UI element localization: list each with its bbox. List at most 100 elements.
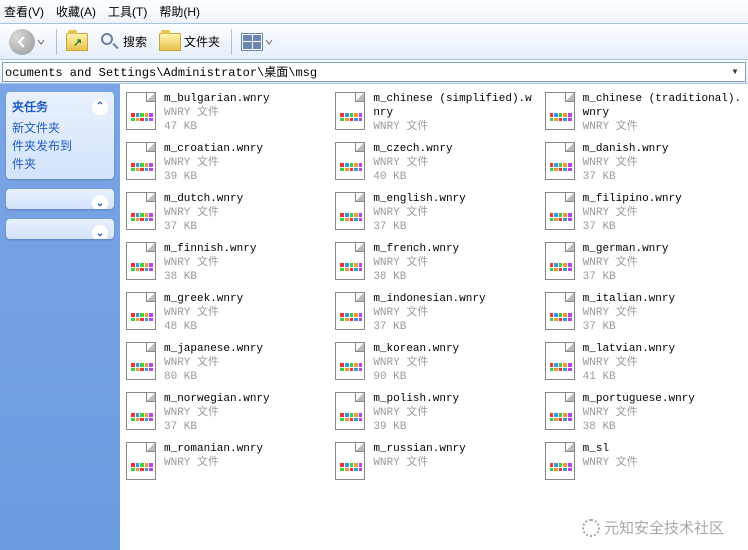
file-name: m_japanese.wnry [164,342,263,356]
file-name: m_english.wnry [373,192,465,206]
back-button[interactable] [4,26,50,58]
tasks-title: 夹任务 [12,98,48,115]
file-size: 37 KB [583,170,669,184]
file-icon [335,292,369,332]
file-name: m_czech.wnry [373,142,452,156]
sidebar-panel: ⌄ [6,219,114,239]
file-name: m_croatian.wnry [164,142,263,156]
file-tile[interactable]: m_norwegian.wnryWNRY 文件37 KB [124,390,325,436]
folder-icon [159,33,181,51]
file-icon [335,92,369,132]
file-size: 41 KB [583,370,675,384]
file-tile[interactable]: m_italian.wnryWNRY 文件37 KB [543,290,744,336]
search-button[interactable]: 搜索 [95,29,152,55]
up-button[interactable]: ↗ [61,30,93,54]
file-name: m_russian.wnry [373,442,465,456]
tasks-panel: 夹任务 ⌃ 新文件夹 件夹发布到 件夹 [6,92,114,179]
file-tile[interactable]: m_croatian.wnryWNRY 文件39 KB [124,140,325,186]
file-tile[interactable]: m_german.wnryWNRY 文件37 KB [543,240,744,286]
file-type: WNRY 文件 [373,206,465,220]
file-name: m_german.wnry [583,242,669,256]
address-input[interactable]: ocuments and Settings\Administrator\桌面\m… [2,62,746,82]
sidebar-panel: ⌄ [6,189,114,209]
file-size: 37 KB [373,220,465,234]
file-tile[interactable]: m_english.wnryWNRY 文件37 KB [333,190,534,236]
file-tile[interactable]: m_dutch.wnryWNRY 文件37 KB [124,190,325,236]
file-size: 37 KB [583,320,675,334]
address-bar: ocuments and Settings\Administrator\桌面\m… [0,60,748,84]
views-button[interactable] [236,30,278,54]
file-tile[interactable]: m_greek.wnryWNRY 文件48 KB [124,290,325,336]
file-tile[interactable]: m_finnish.wnryWNRY 文件38 KB [124,240,325,286]
file-tile[interactable]: m_russian.wnryWNRY 文件 [333,440,534,484]
file-tile[interactable]: m_romanian.wnryWNRY 文件 [124,440,325,484]
file-icon [126,392,160,432]
file-tile[interactable]: m_chinese (traditional).wnryWNRY 文件 [543,90,744,136]
menu-tools[interactable]: 工具(T) [108,3,147,20]
file-icon [335,192,369,232]
task-link[interactable]: 新文件夹 [12,119,108,137]
file-name: m_latvian.wnry [583,342,675,356]
file-tile[interactable]: m_czech.wnryWNRY 文件40 KB [333,140,534,186]
file-size: 48 KB [164,320,243,334]
file-tile[interactable]: m_slWNRY 文件 [543,440,744,484]
file-type: WNRY 文件 [583,356,675,370]
chevron-down-icon [265,38,273,46]
file-type: WNRY 文件 [164,206,243,220]
file-size: 37 KB [164,220,243,234]
file-icon [335,242,369,282]
file-tile[interactable]: m_portuguese.wnryWNRY 文件38 KB [543,390,744,436]
menu-view[interactable]: 查看(V) [4,3,44,20]
file-pane[interactable]: m_bulgarian.wnryWNRY 文件47 KBm_chinese (s… [120,84,748,550]
file-tile[interactable]: m_filipino.wnryWNRY 文件37 KB [543,190,744,236]
expand-icon[interactable]: ⌄ [92,225,108,239]
file-icon [126,142,160,182]
file-name: m_polish.wnry [373,392,459,406]
file-name: m_norwegian.wnry [164,392,270,406]
folders-button[interactable]: 文件夹 [154,30,225,54]
file-icon [545,442,579,482]
file-name: m_danish.wnry [583,142,669,156]
file-size: WNRY 文件 [373,120,532,134]
task-link[interactable]: 件夹 [12,155,108,173]
folder-up-icon: ↗ [66,33,88,51]
file-size: 37 KB [373,320,485,334]
file-size: 37 KB [583,270,669,284]
back-icon [9,29,35,55]
file-type: WNRY 文件 [583,406,695,420]
file-name: m_chinese (simplified).wnry [373,92,532,120]
file-icon [126,242,160,282]
file-icon [335,442,369,482]
file-tile[interactable]: m_latvian.wnryWNRY 文件41 KB [543,340,744,386]
collapse-icon[interactable]: ⌃ [92,99,108,115]
file-size: 37 KB [583,220,682,234]
file-name: m_chinese (traditional).wnry [583,92,742,120]
file-tile[interactable]: m_polish.wnryWNRY 文件39 KB [333,390,534,436]
file-tile[interactable]: m_bulgarian.wnryWNRY 文件47 KB [124,90,325,136]
menu-bar: 查看(V) 收藏(A) 工具(T) 帮助(H) [0,0,748,24]
file-tile[interactable]: m_danish.wnryWNRY 文件37 KB [543,140,744,186]
file-type: WNRY 文件 [373,156,452,170]
file-type: WNRY 文件 [373,406,459,420]
file-icon [545,392,579,432]
menu-favorites[interactable]: 收藏(A) [56,3,96,20]
file-icon [126,92,160,132]
file-size: 40 KB [373,170,452,184]
chevron-down-icon[interactable]: ▾ [727,64,743,79]
file-icon [126,342,160,382]
task-link[interactable]: 件夹发布到 [12,137,108,155]
file-tile[interactable]: m_japanese.wnryWNRY 文件80 KB [124,340,325,386]
file-size: 37 KB [164,420,270,434]
file-tile[interactable]: m_korean.wnryWNRY 文件90 KB [333,340,534,386]
menu-help[interactable]: 帮助(H) [159,3,200,20]
file-size: 39 KB [164,170,263,184]
expand-icon[interactable]: ⌄ [92,195,108,209]
file-tile[interactable]: m_indonesian.wnryWNRY 文件37 KB [333,290,534,336]
file-icon [335,142,369,182]
file-tile[interactable]: m_chinese (simplified).wnryWNRY 文件 [333,90,534,136]
file-type: WNRY 文件 [164,306,243,320]
file-icon [126,292,160,332]
file-icon [545,192,579,232]
file-tile[interactable]: m_french.wnryWNRY 文件38 KB [333,240,534,286]
file-type: WNRY 文件 [583,156,669,170]
